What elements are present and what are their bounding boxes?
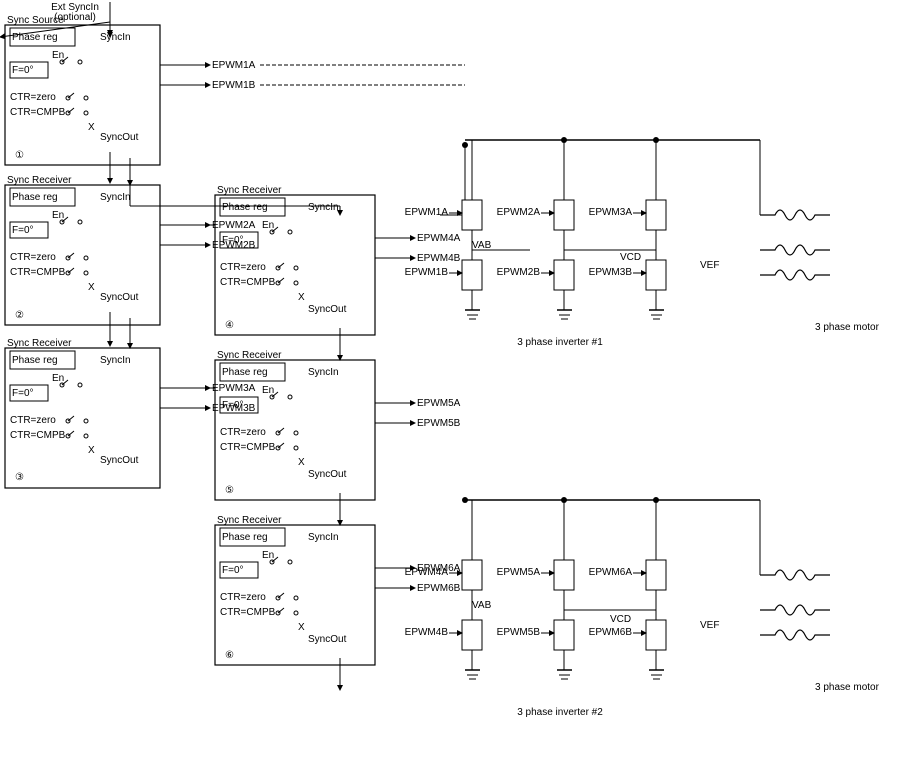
- ctr-zero-4: CTR=zero: [220, 262, 266, 273]
- epwm3a-inv1-label: EPWM3A: [589, 207, 633, 218]
- phase-reg-4: Phase reg: [222, 202, 268, 213]
- epwm5b-inv2-label: EPWM5B: [497, 627, 541, 638]
- epwm2a-label: EPWM2A: [212, 220, 256, 231]
- sync-receiver-4-label: Sync Receiver: [217, 185, 282, 196]
- x-mark-5: X: [298, 457, 305, 468]
- syncout-6: SyncOut: [308, 634, 347, 645]
- vab-inv1-label: VAB: [472, 240, 492, 251]
- epwm6a-inv2-label: EPWM6A: [589, 567, 633, 578]
- epwm4a-label: EPWM4A: [417, 233, 461, 244]
- en-4: En: [262, 220, 274, 231]
- x-mark-2: X: [88, 282, 95, 293]
- vab-inv2-label: VAB: [472, 600, 492, 611]
- ctr-cmpb-3: CTR=CMPB: [10, 430, 66, 441]
- f0-5: F=0°: [222, 400, 244, 411]
- vcd-inv2-label: VCD: [610, 614, 631, 625]
- epwm4b-label: EPWM4B: [417, 253, 461, 264]
- syncin-1: SyncIn: [100, 32, 131, 43]
- x-mark-3: X: [88, 445, 95, 456]
- phase-reg-1: Phase reg: [12, 32, 58, 43]
- en-2: En: [52, 210, 64, 221]
- phase-reg-3: Phase reg: [12, 355, 58, 366]
- sync-receiver-5-label: Sync Receiver: [217, 350, 282, 361]
- ctr-cmpb-2: CTR=CMPB: [10, 267, 66, 278]
- phase-reg-2: Phase reg: [12, 192, 58, 203]
- sync-receiver-3-label: Sync Receiver: [7, 338, 72, 349]
- en-1: En: [52, 50, 64, 61]
- f0-3: F=0°: [12, 388, 34, 399]
- epwm6b-label: EPWM6B: [417, 583, 461, 594]
- phase-reg-6: Phase reg: [222, 532, 268, 543]
- circle-1: ①: [15, 150, 24, 161]
- motor-2-label: 3 phase motor: [815, 682, 880, 693]
- en-5: En: [262, 385, 274, 396]
- epwm5a-label: EPWM5A: [417, 398, 461, 409]
- f0-4: F=0°: [222, 235, 244, 246]
- x-mark-6: X: [298, 622, 305, 633]
- x-mark-1: X: [88, 122, 95, 133]
- ctr-cmpb-4: CTR=CMPB: [220, 277, 276, 288]
- ctr-zero-3: CTR=zero: [10, 415, 56, 426]
- motor-1-label: 3 phase motor: [815, 322, 880, 333]
- syncout-2: SyncOut: [100, 292, 139, 303]
- syncout-1: SyncOut: [100, 132, 139, 143]
- circle-5: ⑤: [225, 485, 234, 496]
- epwm6b-inv2-label: EPWM6B: [589, 627, 633, 638]
- f0-2: F=0°: [12, 225, 34, 236]
- epwm4b-inv2-label: EPWM4B: [405, 627, 449, 638]
- sync-receiver-2-label: Sync Receiver: [7, 175, 72, 186]
- f0-1: F=0°: [12, 65, 34, 76]
- ctr-zero-6: CTR=zero: [220, 592, 266, 603]
- ctr-zero-1: CTR=zero: [10, 92, 56, 103]
- epwm1a-inv1-label: EPWM1A: [405, 207, 449, 218]
- circle-6: ⑥: [225, 650, 234, 661]
- ctr-cmpb-5: CTR=CMPB: [220, 442, 276, 453]
- ctr-cmpb-1: CTR=CMPB: [10, 107, 66, 118]
- phase-reg-5: Phase reg: [222, 367, 268, 378]
- epwm2a-inv1-label: EPWM2A: [497, 207, 541, 218]
- syncin-4: SyncIn: [308, 202, 339, 213]
- inverter2-label: 3 phase inverter #2: [517, 707, 603, 718]
- ctr-cmpb-6: CTR=CMPB: [220, 607, 276, 618]
- syncin-2: SyncIn: [100, 192, 131, 203]
- syncout-4: SyncOut: [308, 304, 347, 315]
- vef-inv2-label: VEF: [700, 620, 719, 631]
- epwm3a-label: EPWM3A: [212, 383, 256, 394]
- x-mark-4: X: [298, 292, 305, 303]
- epwm1a-label: EPWM1A: [212, 60, 256, 71]
- en-6: En: [262, 550, 274, 561]
- syncin-6: SyncIn: [308, 532, 339, 543]
- optional-label: (optional): [54, 12, 96, 23]
- circle-4: ④: [225, 320, 234, 331]
- inverter1-label: 3 phase inverter #1: [517, 337, 603, 348]
- epwm1b-inv1-label: EPWM1B: [405, 267, 449, 278]
- syncin-3: SyncIn: [100, 355, 131, 366]
- epwm4a-inv2-label: EPWM4A: [405, 567, 449, 578]
- en-3: En: [52, 373, 64, 384]
- ctr-zero-2: CTR=zero: [10, 252, 56, 263]
- syncin-5: SyncIn: [308, 367, 339, 378]
- epwm3b-inv1-label: EPWM3B: [589, 267, 633, 278]
- epwm5b-label: EPWM5B: [417, 418, 461, 429]
- vcd-inv1-label: VCD: [620, 252, 641, 263]
- epwm5a-inv2-label: EPWM5A: [497, 567, 541, 578]
- circle-3: ③: [15, 472, 24, 483]
- vef-inv1-label: VEF: [700, 260, 719, 271]
- sync-receiver-6-label: Sync Receiver: [217, 515, 282, 526]
- circle-2: ②: [15, 310, 24, 321]
- epwm2b-inv1-label: EPWM2B: [497, 267, 541, 278]
- ctr-zero-5: CTR=zero: [220, 427, 266, 438]
- epwm1b-label: EPWM1B: [212, 80, 256, 91]
- f0-6: F=0°: [222, 565, 244, 576]
- syncout-3: SyncOut: [100, 455, 139, 466]
- syncout-5: SyncOut: [308, 469, 347, 480]
